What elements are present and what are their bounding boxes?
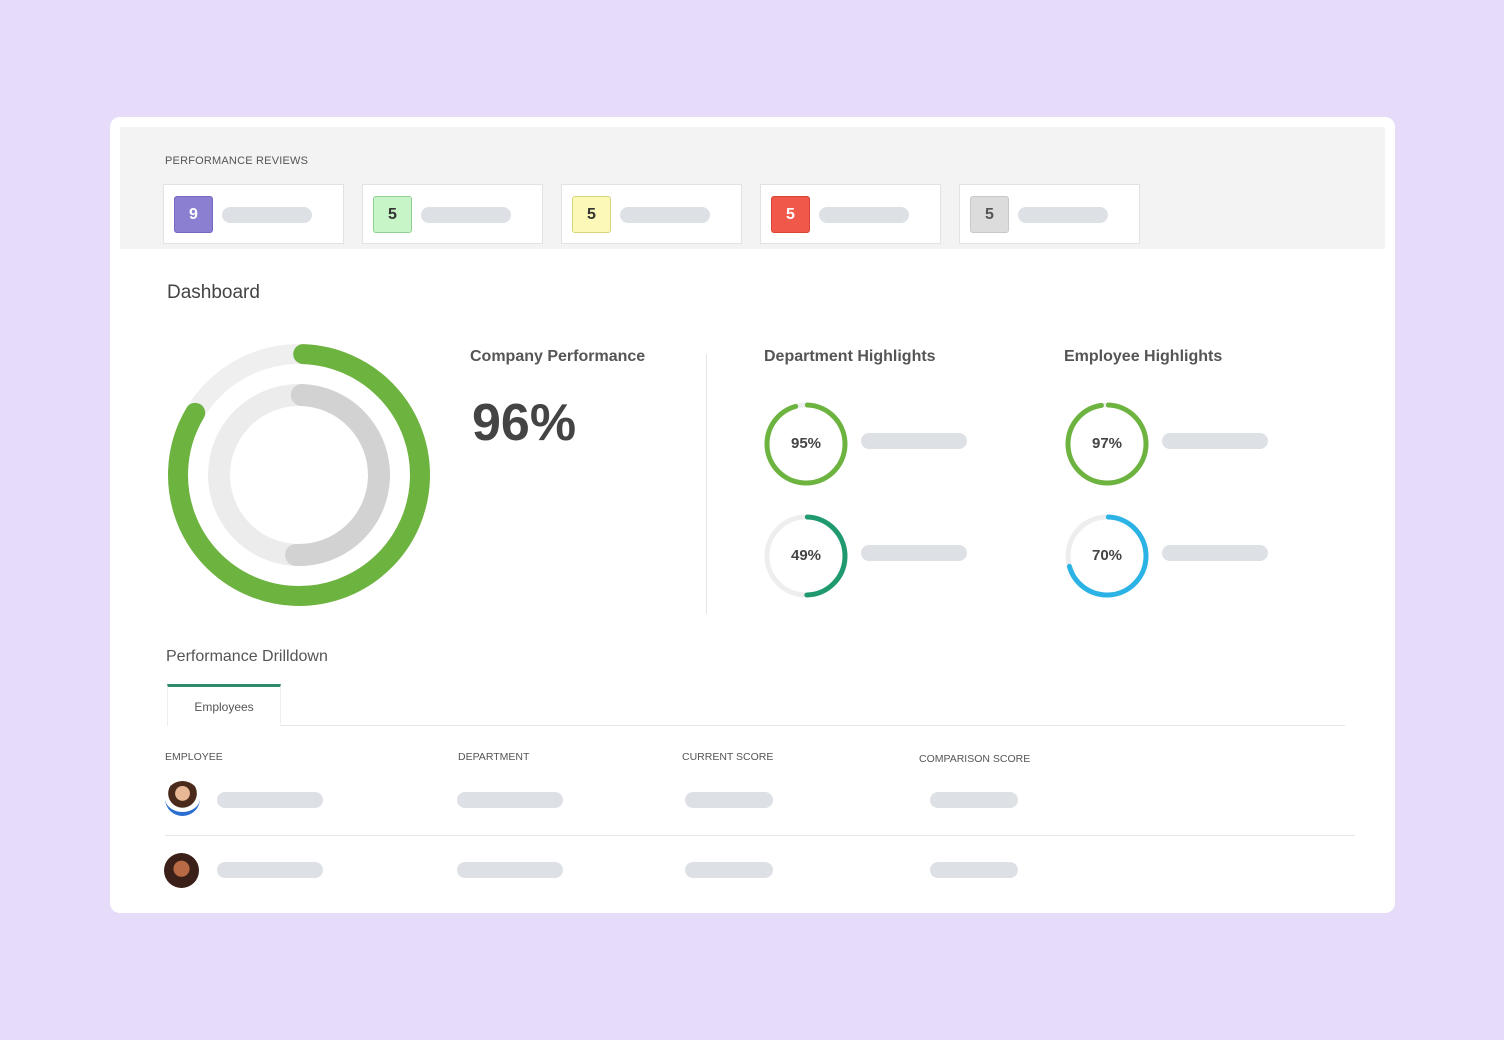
employee-score: 97% [1091,435,1123,452]
employee-name-placeholder [1162,433,1268,449]
tab-employees[interactable]: Employees [167,684,281,726]
tab-divider [281,725,1345,726]
review-label-placeholder [1018,207,1108,223]
review-card[interactable]: 5 [959,184,1140,244]
review-card[interactable]: 5 [362,184,543,244]
performance-reviews-title: PERFORMANCE REVIEWS [165,155,309,167]
review-count-badge: 5 [970,196,1009,233]
company-performance-title: Company Performance [470,348,646,365]
department-score: 49% [790,547,822,564]
avatar [165,781,200,816]
employee-name-placeholder [217,862,323,878]
page-title: Dashboard [167,282,260,303]
employee-name-placeholder [217,792,323,808]
employee-name-placeholder [1162,545,1268,561]
department-placeholder [457,862,563,878]
review-label-placeholder [222,207,312,223]
column-header-comparison-score: COMPARISON SCORE [919,753,1031,765]
performance-reviews-panel: PERFORMANCE REVIEWS 9 5 5 5 5 [120,127,1385,249]
avatar [164,853,199,888]
review-count-badge: 5 [572,196,611,233]
employee-score: 70% [1091,547,1123,564]
column-header-department: DEPARTMENT [458,751,530,763]
review-label-placeholder [819,207,909,223]
department-name-placeholder [861,545,967,561]
review-label-placeholder [421,207,511,223]
current-score-placeholder [685,792,773,808]
comparison-score-placeholder [930,862,1018,878]
review-label-placeholder [620,207,710,223]
review-count-badge: 9 [174,196,213,233]
department-name-placeholder [861,433,967,449]
department-placeholder [457,792,563,808]
department-score: 95% [790,435,822,452]
current-score-placeholder [685,862,773,878]
company-performance-value: 96% [472,394,577,452]
column-header-current-score: CURRENT SCORE [682,751,774,763]
department-highlights-title: Department Highlights [764,348,936,365]
review-card[interactable]: 5 [561,184,742,244]
review-card[interactable]: 9 [163,184,344,244]
employee-highlights-title: Employee Highlights [1064,348,1223,365]
drilldown-title: Performance Drilldown [166,648,328,665]
dashboard-card: PERFORMANCE REVIEWS 9 5 5 5 5 Dashboard Comp… [110,117,1395,913]
review-count-badge: 5 [373,196,412,233]
comparison-score-placeholder [930,792,1018,808]
column-header-employee: EMPLOYEE [165,751,223,763]
divider [706,354,707,614]
company-performance-ring [167,344,430,606]
review-count-badge: 5 [771,196,810,233]
review-card[interactable]: 5 [760,184,941,244]
row-divider [165,835,1355,836]
